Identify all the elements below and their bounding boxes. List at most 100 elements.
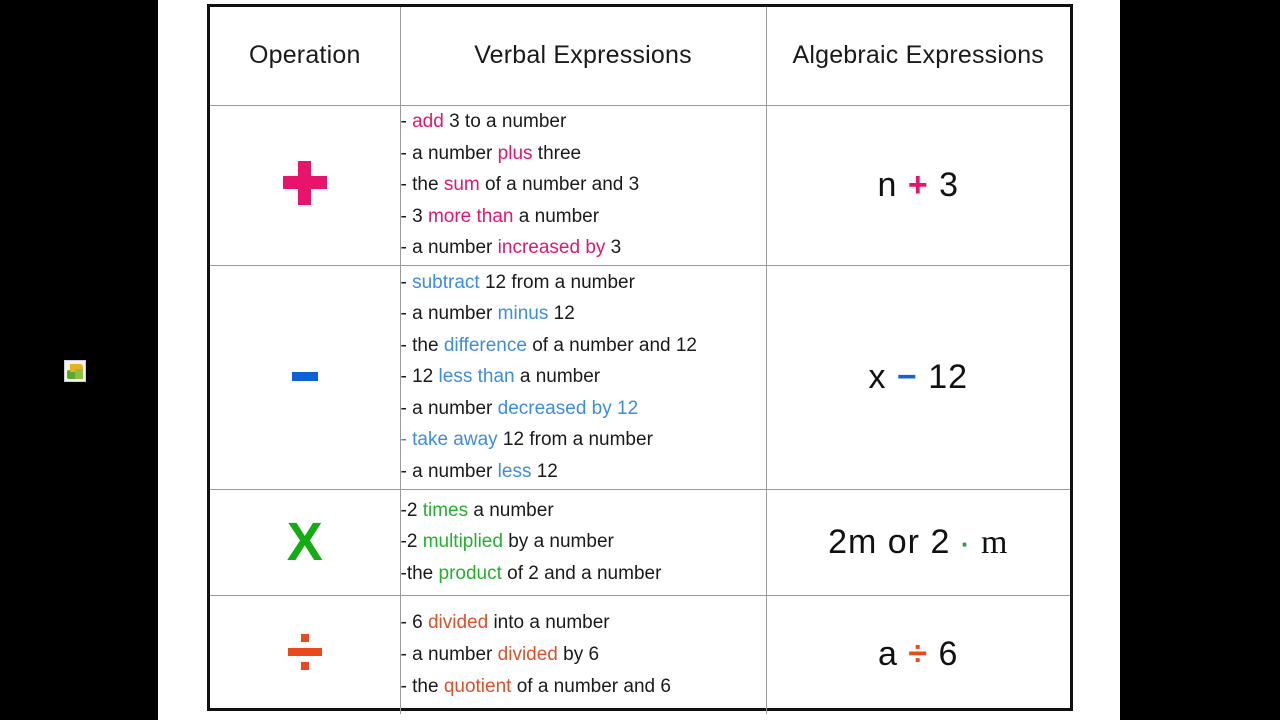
plain-text: - a number — [400, 237, 498, 259]
division-dot-bottom — [300, 662, 309, 671]
verbal-line: -2 multiplied by a number — [401, 526, 766, 558]
plain-text: -2 — [400, 531, 423, 553]
plain-text: 12 from a number — [497, 429, 653, 451]
plain-text: - — [400, 271, 413, 293]
plain-text: - a number — [400, 303, 498, 325]
algebraic-expression-addition: n + 3 — [767, 166, 1071, 205]
algebraic-operand-left: 2m or 2 — [828, 522, 951, 561]
algebraic-cell-addition: n + 3 — [765, 104, 1071, 266]
verbal-line: - take away 12 from a number — [401, 424, 766, 456]
plain-text: 12 — [548, 303, 575, 325]
algebraic-expression-division: a ÷ 6 — [767, 635, 1071, 674]
keyword-text: subtract — [412, 271, 480, 293]
verbal-list-multiplication: -2 times a number -2 multiplied by a numb… — [401, 495, 766, 590]
plain-text: a number — [513, 205, 600, 227]
keyword-text: decreased by 12 — [497, 397, 639, 419]
verbal-list-addition: - add 3 to a number - a number plus three… — [401, 106, 766, 264]
verbal-cell-division: - 6 divided into a number - a number divi… — [399, 594, 767, 714]
table-row-multiplication: X -2 times a number -2 multiplied by a nu… — [210, 488, 1071, 596]
operations-table: Operation Verbal Expressions Algebraic E… — [207, 4, 1073, 714]
verbal-line: - a number minus 12 — [401, 298, 766, 330]
algebraic-operand-right: m — [980, 523, 1009, 561]
keyword-text: divided — [427, 612, 489, 634]
recycle-arrows-icon[interactable] — [64, 360, 86, 382]
algebraic-operand-left: n — [877, 165, 898, 204]
verbal-line: -the product of 2 and a number — [401, 558, 766, 590]
operation-cell-division — [210, 594, 401, 714]
plain-text: - 12 — [400, 366, 439, 388]
plain-text: 3 — [605, 237, 622, 259]
plain-text: - a number — [400, 397, 498, 419]
column-header-verbal: Verbal Expressions — [399, 7, 767, 106]
keyword-text: sum — [443, 174, 480, 196]
plain-text: by 6 — [557, 643, 600, 665]
algebraic-operand-left: a — [878, 635, 898, 674]
plain-text: -the — [400, 562, 439, 584]
plain-text: - 6 — [400, 612, 428, 634]
plain-text: -2 — [400, 499, 423, 521]
plain-text: - the — [400, 675, 444, 697]
verbal-line: - the sum of a number and 3 — [401, 169, 766, 201]
algebraic-cell-multiplication: 2m or 2 · m — [765, 488, 1071, 596]
plus-sign-icon — [282, 160, 327, 205]
multiplication-x-icon: X — [286, 512, 323, 572]
table-header-row: Operation Verbal Expressions Algebraic E… — [210, 7, 1070, 106]
keyword-text: difference — [443, 334, 527, 356]
operation-cell-multiplication: X — [210, 488, 401, 596]
plain-text: into a number — [488, 612, 610, 634]
algebraic-operator: + — [907, 165, 929, 204]
slide-canvas: Operation Verbal Expressions Algebraic E… — [158, 0, 1120, 720]
algebraic-cell-division: a ÷ 6 — [765, 594, 1071, 714]
plain-text: - a number — [400, 643, 498, 665]
algebraic-operand-right: 3 — [939, 165, 960, 204]
table: Operation Verbal Expressions Algebraic E… — [210, 7, 1070, 714]
plain-text: - the — [400, 174, 444, 196]
verbal-list-division: - 6 divided into a number - a number divi… — [401, 607, 766, 702]
verbal-line: - 3 more than a number — [401, 201, 766, 233]
plain-text: 12 from a number — [479, 271, 635, 293]
verbal-line: - add 3 to a number — [401, 106, 766, 138]
keyword-text: times — [422, 499, 469, 521]
keyword-text: less than — [438, 366, 515, 388]
algebraic-expression-subtraction: x − 12 — [767, 358, 1071, 397]
plain-text: of a number and 12 — [526, 334, 697, 356]
keyword-text: plus — [497, 142, 533, 164]
operation-cell-addition — [210, 104, 401, 266]
plain-text: of a number and 3 — [479, 174, 640, 196]
plain-text: - a number — [400, 460, 498, 482]
algebraic-operator: ÷ — [908, 635, 929, 674]
plain-text: - a number — [400, 142, 498, 164]
verbal-line: -2 times a number — [401, 495, 766, 527]
plain-text: of a number and 6 — [511, 675, 671, 697]
keyword-text: add — [412, 111, 444, 133]
verbal-line: - a number plus three — [401, 138, 766, 170]
algebraic-operand-right: 12 — [928, 357, 969, 396]
keyword-text: minus — [497, 303, 549, 325]
plain-text: 12 — [531, 460, 558, 482]
algebraic-operand-right: 6 — [938, 635, 959, 674]
verbal-line: - the quotient of a number and 6 — [401, 671, 766, 703]
keyword-text: quotient — [443, 675, 512, 697]
table-row-division: - 6 divided into a number - a number divi… — [210, 594, 1071, 714]
algebraic-cell-subtraction: x − 12 — [765, 264, 1071, 490]
verbal-line: - a number less 12 — [401, 456, 766, 488]
table-row-addition: - add 3 to a number - a number plus three… — [210, 104, 1071, 266]
plain-text: of 2 and a number — [501, 562, 662, 584]
table-row-subtraction: - subtract 12 from a number - a number mi… — [210, 264, 1071, 490]
verbal-cell-subtraction: - subtract 12 from a number - a number mi… — [399, 264, 767, 490]
division-bar — [287, 648, 322, 657]
keyword-text: more than — [427, 205, 514, 227]
verbal-list-subtraction: - subtract 12 from a number - a number mi… — [401, 267, 766, 488]
column-header-operation: Operation — [210, 7, 401, 106]
keyword-text: - take away — [400, 429, 498, 451]
division-sign-icon — [287, 634, 322, 671]
algebraic-expression-multiplication: 2m or 2 · m — [767, 523, 1071, 562]
